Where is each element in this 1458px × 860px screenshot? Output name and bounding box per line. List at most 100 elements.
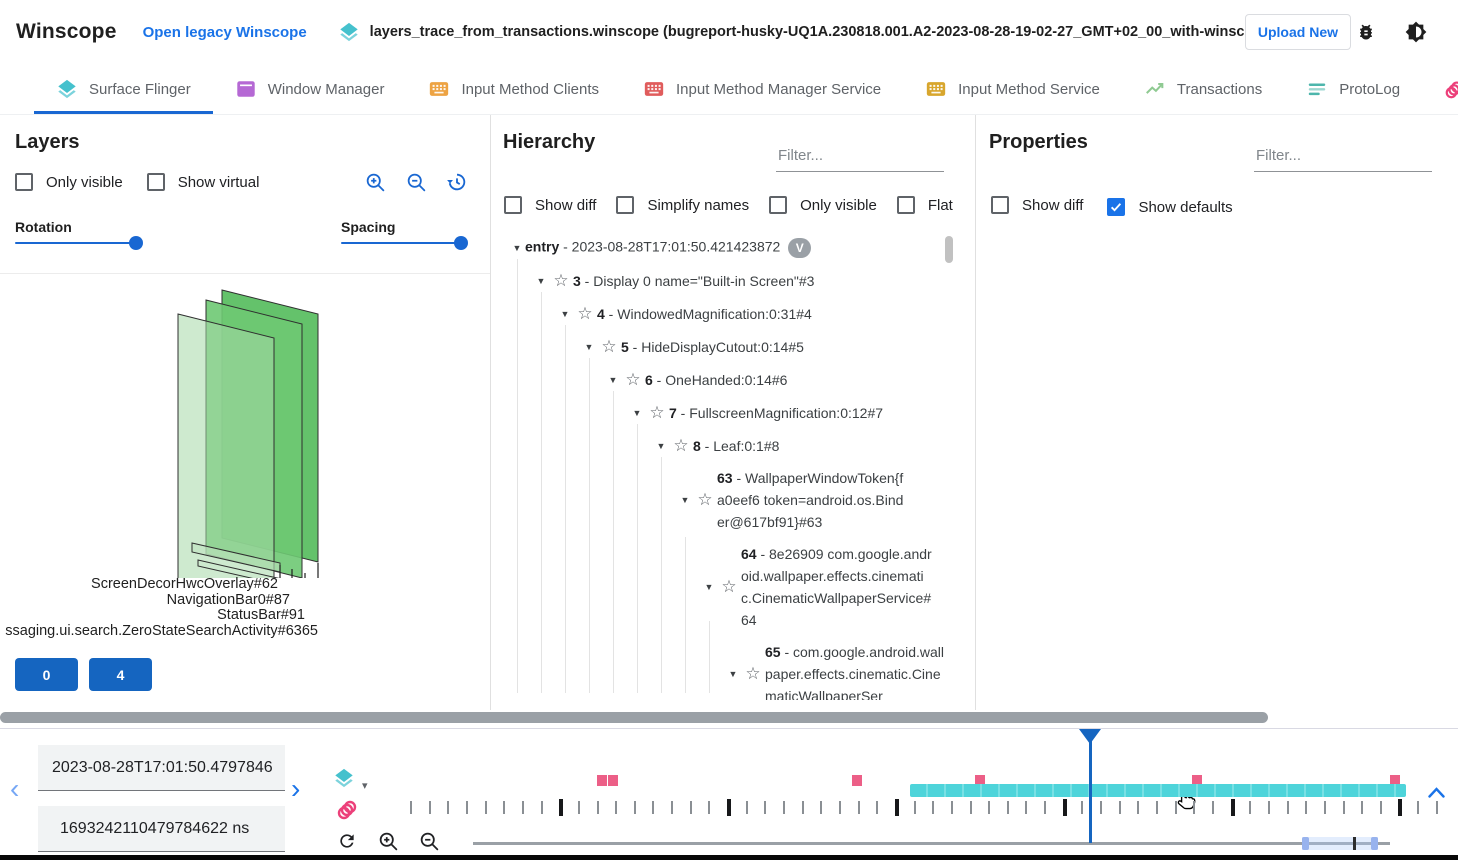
layer-label: NavigationBar0#87 [0,593,318,609]
checkbox-row-show-diff: Show diff [991,196,1083,214]
timeline-zoom-in-icon[interactable] [377,830,399,852]
ruler-tick [1361,801,1363,814]
transition-marker[interactable] [852,775,862,786]
ruler-tick [485,801,487,814]
collapse-arrow-icon[interactable]: ▼ [509,243,525,253]
pin-star-icon[interactable]: ☆ [669,436,693,456]
collapse-arrow-icon[interactable]: ▼ [725,669,741,679]
zoom-in-icon[interactable] [364,171,386,193]
checkbox-only-visible[interactable] [15,173,33,191]
spacing-slider[interactable] [341,242,461,244]
pin-star-icon[interactable]: ☆ [549,271,573,291]
tree-row-8[interactable]: ▼☆8 - Leaf:0:1#8 [501,429,951,462]
checkbox-simplify-names[interactable] [616,196,634,214]
collapse-arrow-icon[interactable]: ▼ [581,342,597,352]
pin-star-icon[interactable]: ☆ [693,490,717,510]
timeline-scroll-track[interactable] [473,842,1390,845]
pin-star-icon[interactable]: ☆ [645,403,669,423]
pin-star-icon[interactable]: ☆ [573,304,597,324]
rotation-slider[interactable] [15,242,136,244]
layers-trace-bar[interactable] [910,784,1406,797]
transition-marker[interactable] [597,775,607,786]
next-entry-button[interactable]: › [291,779,300,799]
ruler-tick [1417,801,1419,814]
tab-label: Transactions [1177,81,1262,98]
hierarchy-panel-title: Hierarchy [503,131,595,154]
transition-marker[interactable] [608,775,618,786]
properties-filter-input[interactable] [1254,143,1432,172]
ruler-tick [615,801,617,814]
indent-guide [637,424,638,693]
tree-row-entry[interactable]: ▼entry - 2023-08-28T17:01:50.421423872V [501,231,951,264]
tab-input-method-service[interactable]: Input Method Service [903,64,1122,114]
checkbox-show-defaults[interactable] [1107,198,1125,216]
ruler-tick [1436,801,1438,814]
layers-3d-view[interactable] [0,273,490,578]
checkbox-show-virtual[interactable] [147,173,165,191]
range-handle-left[interactable] [1302,837,1309,850]
pin-star-icon[interactable]: ☆ [717,577,741,597]
checkbox-show-diff[interactable] [991,196,1009,214]
checkbox-flat[interactable] [897,196,915,214]
collapse-arrow-icon[interactable]: ▼ [653,441,669,451]
tab-window-manager[interactable]: Window Manager [213,64,407,114]
open-legacy-link[interactable]: Open legacy Winscope [143,24,307,41]
hierarchy-filter-input[interactable] [776,143,944,172]
tab-input-method-clients[interactable]: Input Method Clients [406,64,621,114]
pin-star-icon[interactable]: ☆ [621,370,645,390]
tab-transactions[interactable]: Transactions [1122,64,1284,114]
collapse-arrow-icon[interactable]: ▼ [605,375,621,385]
reset-view-icon[interactable] [446,171,468,193]
playhead-line[interactable] [1089,729,1092,843]
timestamp-input[interactable]: 2023-08-28T17:01:50.4797846 [38,745,285,791]
chevron-down-icon[interactable]: ▾ [362,779,368,792]
tab-input-method-manager-service[interactable]: Input Method Manager Service [621,64,903,114]
rotation-slider-thumb[interactable] [129,236,143,250]
previous-entry-button[interactable]: ‹ [10,779,19,799]
bug-report-icon[interactable] [1354,20,1378,44]
layer-id-button-4[interactable]: 4 [89,658,152,691]
zoom-out-icon[interactable] [405,171,427,193]
tree-row-64[interactable]: ▼☆64 - 8e26909 com.google.android.wallpa… [501,538,951,636]
timeline-zoom-range[interactable] [1302,837,1378,850]
checkbox-label: Show diff [535,197,596,214]
range-handle-right[interactable] [1371,837,1378,850]
refresh-icon[interactable] [336,830,358,852]
tree-row-3[interactable]: ▼☆3 - Display 0 name="Built-in Screen"#3 [501,264,951,297]
playhead-handle[interactable] [1079,729,1101,744]
layer-labels: ScreenDecorHwcOverlay#62NavigationBar0#8… [0,577,318,639]
upload-new-button[interactable]: Upload New [1245,14,1351,50]
bottom-strip [0,855,1458,860]
tree-row-4[interactable]: ▼☆4 - WindowedMagnification:0:31#4 [501,297,951,330]
collapse-arrow-icon[interactable]: ▼ [533,276,549,286]
ruler-tick-major [727,799,731,816]
dark-mode-icon[interactable] [1404,20,1428,44]
hierarchy-scrollbar[interactable] [945,236,953,263]
tree-row-63[interactable]: ▼☆63 - WallpaperWindowToken{fa0eef6 toke… [501,462,951,538]
tree-row-5[interactable]: ▼☆5 - HideDisplayCutout:0:14#5 [501,330,951,363]
horizontal-scrollbar[interactable] [0,712,1268,723]
tree-row-65[interactable]: ▼☆65 - com.google.android.wallpaper.effe… [501,636,951,700]
collapse-arrow-icon[interactable]: ▼ [629,408,645,418]
timestamp-ns-input[interactable]: 1693242110479784622 ns [38,806,285,852]
tab-surface-flinger[interactable]: Surface Flinger [34,64,213,114]
collapse-arrow-icon[interactable]: ▼ [557,309,573,319]
visibility-badge: V [788,238,811,258]
ruler-tick-major [559,799,563,816]
spacing-slider-thumb[interactable] [454,236,468,250]
pin-star-icon[interactable]: ☆ [741,664,765,684]
tab-tra[interactable]: Tra [1422,64,1458,114]
checkbox-show-diff[interactable] [504,196,522,214]
layer-id-button-0[interactable]: 0 [15,658,78,691]
collapse-arrow-icon[interactable]: ▼ [701,582,717,592]
tab-protolog[interactable]: ProtoLog [1284,64,1422,114]
pin-star-icon[interactable]: ☆ [597,337,621,357]
tree-row-6[interactable]: ▼☆6 - OneHanded:0:14#6 [501,363,951,396]
trace-tab-bar: Surface FlingerWindow ManagerInput Metho… [0,64,1458,115]
checkbox-only-visible[interactable] [769,196,787,214]
checkbox-row-show-virtual: Show virtual [147,173,260,191]
ruler-tick [466,801,468,814]
tree-row-7[interactable]: ▼☆7 - FullscreenMagnification:0:12#7 [501,396,951,429]
timeline-zoom-out-icon[interactable] [418,830,440,852]
collapse-arrow-icon[interactable]: ▼ [677,495,693,505]
